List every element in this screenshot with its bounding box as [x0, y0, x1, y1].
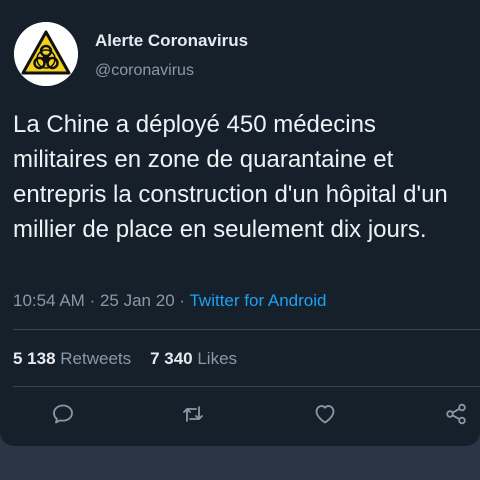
heart-icon	[315, 405, 335, 424]
likes-count: 7 340	[150, 349, 193, 368]
likes-stat[interactable]: 7 340 Likes	[150, 349, 237, 368]
retweet-icon	[183, 406, 203, 422]
display-name[interactable]: Alerte Coronavirus	[95, 31, 248, 51]
tweet-source-link[interactable]: Twitter for Android	[189, 291, 326, 310]
meta-separator: ·	[179, 291, 186, 310]
like-button[interactable]	[312, 401, 338, 427]
tweet-meta: 10:54 AM · 25 Jan 20 · Twitter for Andro…	[13, 291, 327, 311]
avatar[interactable]	[14, 22, 78, 86]
tweet-text: La Chine a déployé 450 médecins militair…	[13, 111, 448, 243]
divider	[13, 329, 480, 330]
share-icon	[446, 403, 466, 425]
tweet-time: 10:54 AM	[13, 291, 85, 310]
meta-separator: ·	[89, 291, 96, 310]
divider	[13, 386, 480, 387]
retweet-button[interactable]	[180, 401, 206, 427]
retweets-count: 5 138	[13, 349, 56, 368]
share-button[interactable]	[443, 401, 469, 427]
tweet-card: Alerte Coronavirus @coronavirus La Chine…	[0, 0, 480, 446]
biohazard-icon	[14, 22, 78, 86]
tweet-date[interactable]: 25 Jan 20	[100, 291, 175, 310]
reply-button[interactable]	[50, 401, 76, 427]
reply-icon	[53, 404, 73, 424]
retweets-label: Retweets	[60, 349, 132, 368]
likes-label: Likes	[197, 349, 238, 368]
retweets-stat[interactable]: 5 138 Retweets	[13, 349, 136, 368]
user-handle[interactable]: @coronavirus	[95, 62, 194, 80]
engagement-stats: 5 138 Retweets 7 340 Likes	[13, 349, 237, 369]
